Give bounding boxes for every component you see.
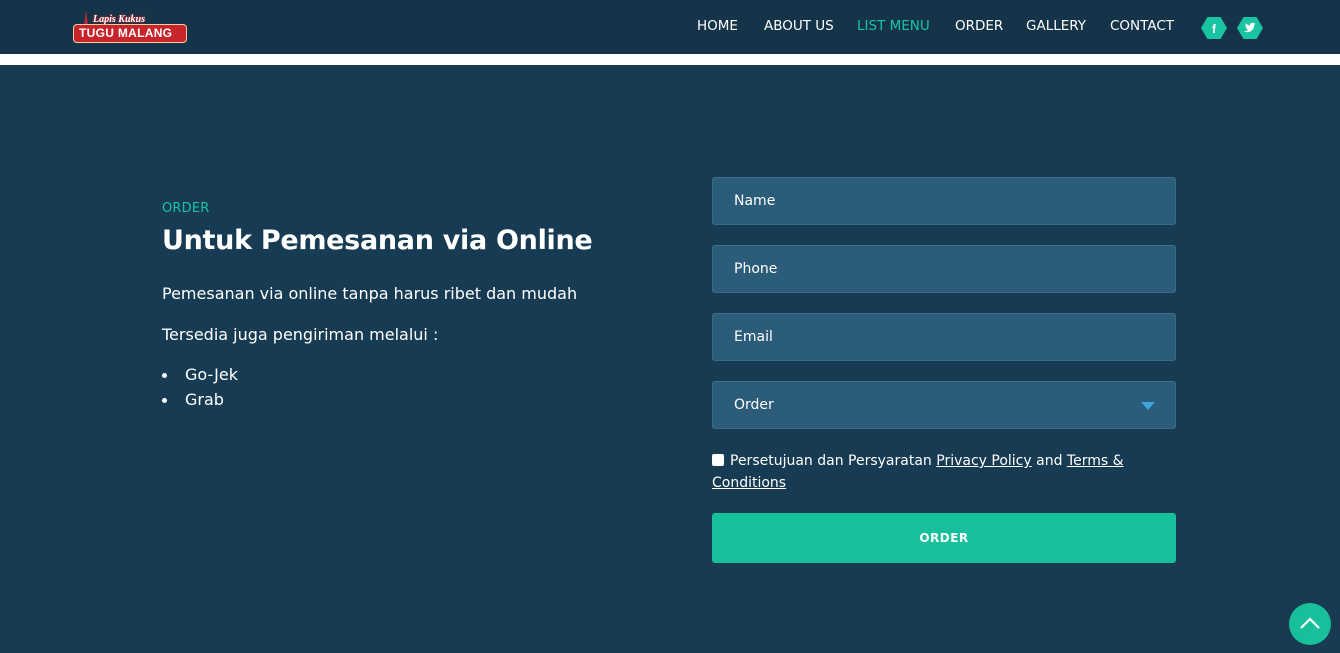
nav-contact[interactable]: CONTACT (1110, 18, 1174, 34)
twitter-icon (1237, 17, 1263, 39)
header-divider (0, 54, 1340, 65)
consent-row: Persetujuan dan Persyaratan Privacy Poli… (712, 450, 1132, 494)
logo-subtitle: Lapis Kukus (93, 14, 145, 25)
nav-list-menu[interactable]: LIST MENU (857, 18, 930, 34)
delivery-option-gojek: Go-Jek (185, 365, 238, 384)
email-input[interactable]: Email (712, 313, 1176, 361)
nav-gallery[interactable]: GALLERY (1026, 18, 1086, 34)
twitter-link[interactable] (1237, 16, 1263, 39)
chevron-up-icon (1300, 617, 1320, 629)
phone-input[interactable]: Phone (712, 245, 1176, 293)
chevron-down-icon (1141, 402, 1155, 410)
order-select[interactable]: Order (712, 381, 1176, 429)
order-submit-button[interactable]: ORDER (712, 513, 1176, 563)
nav-order[interactable]: ORDER (955, 18, 1003, 34)
bullet-icon (162, 398, 167, 403)
consent-text: Persetujuan dan Persyaratan (730, 453, 932, 469)
nav-home[interactable]: HOME (697, 18, 738, 34)
list-item: Grab (162, 391, 238, 416)
scroll-to-top-button[interactable] (1289, 603, 1331, 645)
email-placeholder: Email (734, 329, 773, 345)
delivery-intro-text: Tersedia juga pengiriman melalui : (162, 325, 439, 344)
bullet-icon (162, 373, 167, 378)
site-logo[interactable]: Lapis Kukus TUGU MALANG (73, 10, 187, 44)
top-navbar: Lapis Kukus TUGU MALANG HOME ABOUT US LI… (0, 0, 1340, 54)
order-select-value: Order (734, 397, 774, 413)
privacy-policy-link[interactable]: Privacy Policy (936, 453, 1031, 469)
list-item: Go-Jek (162, 366, 238, 391)
phone-placeholder: Phone (734, 261, 778, 277)
name-placeholder: Name (734, 193, 776, 209)
section-tag: ORDER (162, 201, 210, 216)
intro-text: Pemesanan via online tanpa harus ribet d… (162, 284, 578, 303)
delivery-options-list: Go-Jek Grab (162, 366, 238, 416)
delivery-option-grab: Grab (185, 390, 224, 409)
logo-title: TUGU MALANG (79, 26, 173, 40)
page-title: Untuk Pemesanan via Online (162, 225, 593, 256)
nav-about-us[interactable]: ABOUT US (764, 18, 834, 34)
consent-and-text: and (1036, 453, 1063, 469)
name-input[interactable]: Name (712, 177, 1176, 225)
facebook-link[interactable]: f (1201, 16, 1227, 39)
consent-checkbox[interactable] (712, 454, 724, 466)
facebook-icon: f (1201, 17, 1227, 39)
